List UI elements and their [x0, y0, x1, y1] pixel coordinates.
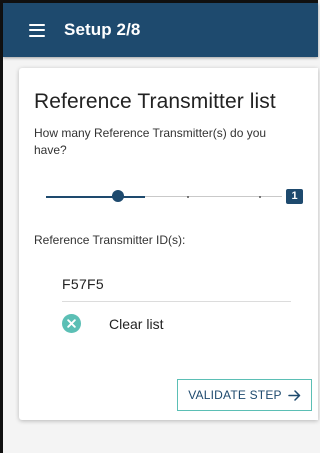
- validate-step-label: VALIDATE STEP: [188, 388, 282, 402]
- hamburger-menu-icon[interactable]: [29, 23, 45, 37]
- clear-list-label: Clear list: [109, 315, 164, 332]
- count-slider-thumb[interactable]: [112, 190, 124, 202]
- transmitter-id-item: F57F5: [62, 276, 104, 292]
- slider-tick: [259, 196, 261, 198]
- validate-step-button[interactable]: VALIDATE STEP: [177, 379, 312, 411]
- arrow-right-icon: [288, 389, 301, 401]
- list-divider: [62, 301, 291, 302]
- count-question: How many Reference Transmitter(s) do you…: [34, 126, 267, 157]
- clear-circle-icon: [62, 314, 81, 333]
- ids-label: Reference Transmitter ID(s):: [34, 233, 186, 247]
- setup-card: Reference Transmitter list How many Refe…: [19, 68, 318, 420]
- count-slider-track[interactable]: [46, 195, 282, 198]
- clear-list-button[interactable]: Clear list: [62, 314, 163, 333]
- page-title: Setup 2/8: [64, 20, 141, 39]
- slider-tick: [187, 196, 189, 198]
- card-title: Reference Transmitter list: [34, 90, 276, 113]
- count-slider-fill: [46, 195, 145, 198]
- app-bar: Setup 2/8: [3, 3, 318, 57]
- count-slider-value-badge: 1: [286, 189, 303, 204]
